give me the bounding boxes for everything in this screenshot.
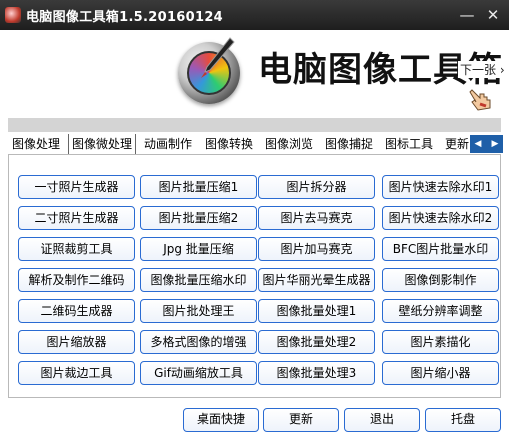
tool-button[interactable]: 证照裁剪工具 [18,237,135,261]
close-button[interactable]: ✕ [482,4,504,26]
tab-image-capture[interactable]: 图像捕捉 [325,134,373,154]
tool-button[interactable]: 图片批量压缩2 [140,206,257,230]
tool-button[interactable]: Gif动画缩放工具 [140,361,257,385]
tab-icon-tools[interactable]: 图标工具 [385,134,433,154]
tool-button[interactable]: 图像批量处理3 [258,361,375,385]
tab-scroll-buttons: ◀ ▶ [470,135,503,153]
tool-button[interactable]: 二寸照片生成器 [18,206,135,230]
tool-button[interactable]: Jpg 批量压缩 [140,237,257,261]
tab-image-micro-processing[interactable]: 图像微处理 [68,134,137,154]
tool-button[interactable]: 解析及制作二维码 [18,268,135,292]
exit-button[interactable]: 退出 [344,408,420,432]
tab-image-processing[interactable]: 图像处理 [12,134,60,154]
tool-button[interactable]: 图片素描化 [382,330,499,354]
tool-button[interactable]: 图片华丽光晕生成器 [258,268,375,292]
tab-scroll-left-icon[interactable]: ◀ [470,135,486,153]
tool-button[interactable]: 图片快速去除水印2 [382,206,499,230]
tool-button[interactable]: 图片拆分器 [258,175,375,199]
tool-button[interactable]: 一寸照片生成器 [18,175,135,199]
tool-button[interactable]: 图片缩小器 [382,361,499,385]
tool-button[interactable]: 图片加马赛克 [258,237,375,261]
app-logo-icon [178,37,240,104]
window-title: 电脑图像工具箱1.5.20160124 [26,10,224,25]
tools-panel: 一寸照片生成器 图片批量压缩1 图片拆分器 图片快速去除水印1 二寸照片生成器 … [8,154,501,398]
title-bar[interactable]: 电脑图像工具箱1.5.20160124 — ✕ [0,0,509,30]
tool-button[interactable]: 图像批量处理2 [258,330,375,354]
tool-button[interactable]: 图像批量处理1 [258,299,375,323]
tool-button[interactable]: 图片裁边工具 [18,361,135,385]
tab-bar: 图像处理 图像微处理 动画制作 图像转换 图像浏览 图像捕捉 图标工具 更新 [8,134,501,154]
pointing-hand-icon [469,89,491,111]
tab-update[interactable]: 更新 [445,134,469,154]
desktop-shortcut-button[interactable]: 桌面快捷 [183,408,259,432]
tool-button[interactable]: 图片去马赛克 [258,206,375,230]
app-icon [5,7,21,23]
tool-button[interactable]: BFC图片批量水印 [382,237,499,261]
minimize-button[interactable]: — [456,4,478,26]
tool-button[interactable]: 图片缩放器 [18,330,135,354]
tab-scroll-right-icon[interactable]: ▶ [487,135,503,153]
update-button[interactable]: 更新 [263,408,339,432]
tray-button[interactable]: 托盘 [425,408,501,432]
tab-animation[interactable]: 动画制作 [144,134,192,154]
tool-button[interactable]: 二维码生成器 [18,299,135,323]
tool-button[interactable]: 图像批量压缩水印 [140,268,257,292]
tool-button[interactable]: 图片快速去除水印1 [382,175,499,199]
tool-button[interactable]: 多格式图像的增强 [140,330,257,354]
tool-button[interactable]: 图片批处理王 [140,299,257,323]
tab-image-conversion[interactable]: 图像转换 [205,134,253,154]
next-banner-link[interactable]: 下一张 › [458,61,505,78]
tool-button[interactable]: 图像倒影制作 [382,268,499,292]
banner-separator [8,118,501,132]
tool-button[interactable]: 壁纸分辨率调整 [382,299,499,323]
tab-image-browsing[interactable]: 图像浏览 [265,134,313,154]
banner: 电脑图像工具箱 下一张 › [0,30,509,118]
tool-button[interactable]: 图片批量压缩1 [140,175,257,199]
